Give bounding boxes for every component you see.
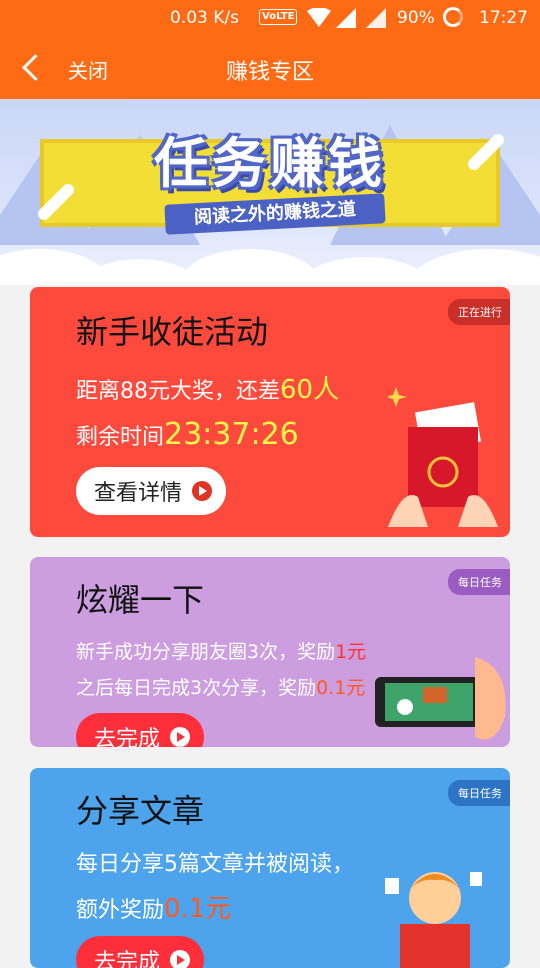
complete-task-button[interactable]: 去完成 [76,713,205,747]
view-details-button[interactable]: 查看详情 [76,467,227,515]
play-icon [192,481,213,501]
task-badge: 每日任务 [448,569,510,595]
complete-task-button[interactable]: 去完成 [76,936,205,968]
card-line-1: 新手成功分享朋友圈3次，奖励1元 [76,641,367,663]
phone-icon [375,657,506,740]
card-recruit-activity: 正在进行 新手收徒活动 距离88元大奖，还差60人 剩余时间23:37:26 查… [30,287,510,537]
task-badge: 每日任务 [448,780,510,806]
wifi-icon [306,7,332,33]
signal-icon-2 [366,8,386,33]
card-title: 分享文章 [76,792,205,830]
card-share-article: 每日任务 分享文章 每日分享5篇文章并被阅读， 额外奖励0.1元 去完成 [30,768,510,968]
reading-kid-icon [385,872,482,968]
volte-icon: VoLTE [259,9,298,25]
card-line-1: 每日分享5篇文章并被阅读， [76,852,354,877]
red-envelope-icon [388,387,498,527]
signal-icon [336,8,356,33]
card-title: 炫耀一下 [76,581,205,619]
network-speed: 0.03 K/s [170,8,239,28]
battery-percent: 90% [397,8,435,28]
card-line-2: 剩余时间23:37:26 [76,417,299,452]
card-show-off: 每日任务 炫耀一下 新手成功分享朋友圈3次，奖励1元 之后每日完成3次分享，奖励… [30,557,510,747]
card-title: 新手收徒活动 [76,313,269,351]
banner-title: 任务赚钱 [154,132,386,195]
cloud-decoration [410,249,540,285]
card-line-2: 之后每日完成3次分享，奖励0.1元 [76,677,366,699]
app-header: 关闭 赚钱专区 [0,36,540,99]
clock: 17:27 [479,8,528,28]
play-icon [170,950,191,968]
status-badge: 正在进行 [448,299,510,325]
card-line-2: 额外奖励0.1元 [76,894,232,924]
banner: 任务赚钱 阅读之外的赚钱之道 [0,99,540,285]
status-bar: 0.03 K/s VoLTE 90% 17:27 [0,0,540,36]
play-icon [170,727,191,747]
battery-icon [443,7,463,27]
cloud-decoration [180,249,320,285]
page-title: 赚钱专区 [225,60,314,85]
card-line-1: 距离88元大奖，还差60人 [76,375,340,405]
